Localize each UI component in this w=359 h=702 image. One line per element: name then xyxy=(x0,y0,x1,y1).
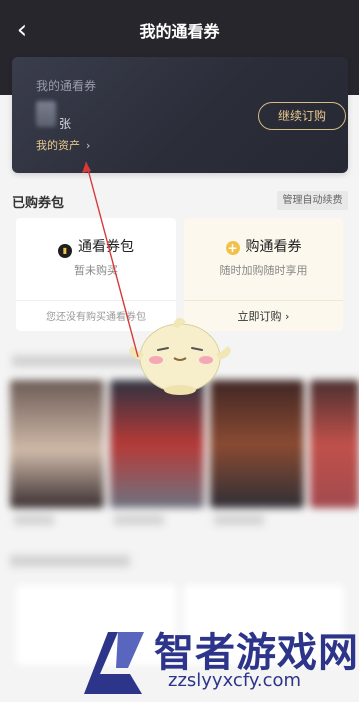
card-title: 我的通看券 xyxy=(36,79,97,93)
ticket-icon: ▮ xyxy=(58,244,72,258)
blurred-caption xyxy=(114,515,164,525)
site-watermark: 智者游戏网 zzslyyxcfy.com xyxy=(78,614,359,702)
page-title: 我的通看券 xyxy=(139,22,220,41)
renew-button[interactable]: 继续订购 xyxy=(258,102,346,130)
blurred-pass-count xyxy=(36,101,56,127)
watermark-logo-icon xyxy=(84,632,144,694)
poster-thumbnail xyxy=(10,380,104,508)
buy-pass-title: 购通看券 xyxy=(245,239,302,255)
pass-package-status: 暂未购买 xyxy=(74,264,118,277)
my-assets-label: 我的资产 xyxy=(36,139,80,152)
chevron-right-icon: › xyxy=(86,139,91,152)
mascot-illustration xyxy=(129,317,231,395)
pass-package-title: 通看券包 xyxy=(78,239,134,255)
chevron-right-icon: › xyxy=(285,310,290,323)
pass-package-title-row: ▮ 通看券包 xyxy=(16,236,176,258)
plus-icon: + xyxy=(225,241,240,255)
buy-pass-subtitle: 随时加购随时享用 xyxy=(219,264,308,277)
watermark-url: zzslyyxcfy.com xyxy=(168,670,302,691)
order-now-label: 立即订购 xyxy=(237,310,282,323)
poster-thumbnail xyxy=(310,380,359,508)
section-title: 已购券包 xyxy=(12,196,65,211)
blurred-heading xyxy=(10,555,130,567)
my-assets-link[interactable]: 我的资产 › xyxy=(36,137,90,153)
blurred-caption xyxy=(214,515,264,525)
manage-auto-renew-button[interactable]: 管理自动续费 xyxy=(277,191,348,210)
buy-pass-title-row: + 购通看券 xyxy=(184,236,343,256)
asset-card: 我的通看券 张 我的资产 › 继续订购 xyxy=(12,57,348,173)
count-unit: 张 xyxy=(59,117,72,131)
blurred-caption xyxy=(14,515,54,525)
